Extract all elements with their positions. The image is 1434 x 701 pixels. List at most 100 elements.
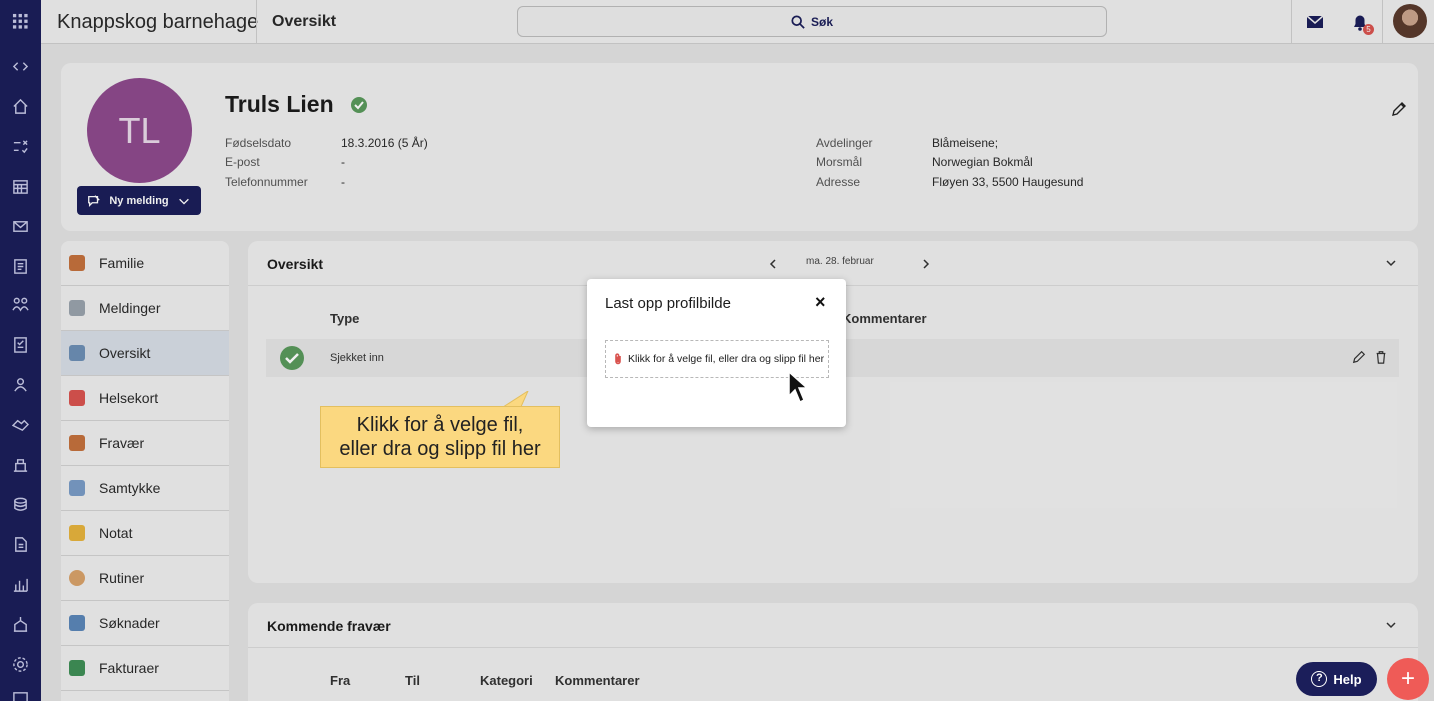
family-icon	[69, 255, 85, 271]
checklist-icon[interactable]	[10, 334, 30, 354]
school-icon[interactable]	[10, 614, 30, 634]
nav-item-rutiner[interactable]: Rutiner	[61, 556, 229, 601]
topbar-divider	[1291, 0, 1292, 44]
home-icon[interactable]	[10, 96, 30, 116]
apps-grid-icon[interactable]	[10, 11, 30, 31]
nav-item-label: Oversikt	[99, 345, 151, 361]
callout-line-2: eller dra og slipp fil her	[339, 438, 541, 460]
nav-item-notat[interactable]: Notat	[61, 511, 229, 556]
topbar-divider	[1382, 0, 1383, 44]
edit-icon[interactable]	[1391, 101, 1407, 117]
nav-item-label: Samtykke	[99, 480, 161, 496]
edit-icon[interactable]	[1352, 350, 1366, 364]
tasks-icon[interactable]	[10, 136, 30, 156]
finance-icon[interactable]	[10, 494, 30, 514]
consent-icon	[69, 480, 85, 496]
chevron-down-icon[interactable]	[1385, 618, 1397, 630]
routines-icon	[69, 570, 85, 586]
email-value: -	[341, 155, 345, 169]
notification-badge: 5	[1363, 24, 1374, 35]
category-column-header: Kategori	[480, 673, 533, 688]
building-icon[interactable]	[10, 454, 30, 474]
delete-icon[interactable]	[1374, 350, 1388, 364]
nav-item-soknader[interactable]: Søknader	[61, 601, 229, 646]
close-icon[interactable]: ×	[815, 292, 826, 313]
list-icon[interactable]	[10, 688, 30, 701]
document-icon[interactable]	[10, 534, 30, 554]
checked-in-icon	[280, 346, 304, 370]
mail-icon[interactable]	[1305, 12, 1325, 32]
new-message-label: Ny melding	[109, 194, 169, 207]
search-label: Søk	[810, 14, 833, 29]
chart-icon[interactable]	[10, 574, 30, 594]
nav-item-label: Fakturaer	[99, 660, 159, 676]
mail-icon[interactable]	[10, 216, 30, 236]
chevron-down-icon[interactable]	[1385, 256, 1397, 268]
address-value: Fløyen 33, 5500 Haugesund	[932, 175, 1084, 189]
search-icon	[791, 14, 805, 29]
nav-item-fakturaer[interactable]: Fakturaer	[61, 646, 229, 691]
overview-icon	[69, 345, 85, 361]
calendar-icon[interactable]	[10, 176, 30, 196]
birthdate-value: 18.3.2016 (5 År)	[341, 136, 428, 150]
nav-item-samtykke[interactable]: Samtykke	[61, 466, 229, 511]
handshake-icon[interactable]	[10, 414, 30, 434]
phone-label: Telefonnummer	[225, 175, 308, 189]
compose-icon	[88, 194, 101, 207]
chevron-right-icon[interactable]	[920, 257, 932, 269]
left-rail	[0, 0, 41, 701]
nav-item-helsekort[interactable]: Helsekort	[61, 376, 229, 421]
add-button[interactable]: +	[1387, 658, 1429, 700]
mouse-cursor-icon	[788, 371, 809, 404]
nav-item-familie[interactable]: Familie	[61, 241, 229, 286]
from-column-header: Fra	[330, 673, 351, 688]
news-icon[interactable]	[10, 256, 30, 276]
profile-nav: Familie Meldinger Oversikt Helsekort Fra…	[61, 241, 229, 701]
to-column-header: Til	[405, 673, 420, 688]
top-bar: Knappskog barnehage Oversikt Søk	[41, 0, 1434, 44]
people-icon[interactable]	[10, 374, 30, 394]
nav-item-label: Søknader	[99, 615, 160, 631]
phone-value: -	[341, 175, 345, 189]
help-button[interactable]: ? Help	[1296, 662, 1377, 696]
nav-item-meldinger[interactable]: Meldinger	[61, 286, 229, 331]
upcoming-absence-title: Kommende fravær	[267, 618, 391, 634]
nav-item-label: Familie	[99, 255, 145, 271]
search-bar[interactable]: Søk	[517, 6, 1107, 37]
verified-icon	[351, 97, 367, 113]
overview-title: Oversikt	[267, 256, 324, 272]
comments-column-header: Kommentarer	[842, 311, 927, 326]
nav-item-label: Fravær	[99, 435, 145, 451]
help-label: Help	[1333, 671, 1362, 687]
groups-icon[interactable]	[10, 294, 30, 314]
callout-line-1: Klikk for å velge fil,	[356, 414, 524, 436]
nav-item-label: Notat	[99, 525, 133, 541]
nav-item-label: Helsekort	[99, 390, 159, 406]
chevron-down-icon	[178, 198, 189, 205]
comments-column-header: Kommentarer	[555, 673, 640, 688]
chevron-left-icon[interactable]	[767, 257, 779, 269]
language-value: Norwegian Bokmål	[932, 155, 1033, 169]
profile-avatar[interactable]: TL	[87, 78, 192, 183]
collapse-icon[interactable]	[10, 56, 30, 76]
upcoming-absence-panel: Kommende fravær Fra Til Kategori Komment…	[248, 603, 1418, 701]
departments-label: Avdelinger	[816, 136, 873, 150]
new-message-button[interactable]: Ny melding	[77, 186, 201, 215]
nav-item-oversikt[interactable]: Oversikt	[61, 331, 229, 376]
date-label: ma. 28. februar	[806, 256, 874, 267]
paperclip-icon	[615, 353, 621, 365]
invoice-icon	[69, 660, 85, 676]
absence-icon	[69, 435, 85, 451]
departments-value: Blåmeisene;	[932, 136, 999, 150]
health-card-icon	[69, 390, 85, 406]
settings-icon[interactable]	[10, 654, 30, 674]
user-avatar[interactable]	[1393, 4, 1427, 38]
nav-item-label: Meldinger	[99, 300, 161, 316]
nav-item-label: Rutiner	[99, 570, 145, 586]
app-title: Knappskog barnehage	[57, 11, 259, 33]
profile-initials: TL	[118, 109, 161, 151]
profile-card: TL Ny melding Truls Lien Fødselsdato 18.…	[61, 63, 1418, 231]
address-label: Adresse	[816, 175, 861, 189]
dropzone-text: Klikk for å velge fil, eller dra og slip…	[628, 353, 825, 365]
nav-item-fravaer[interactable]: Fravær	[61, 421, 229, 466]
